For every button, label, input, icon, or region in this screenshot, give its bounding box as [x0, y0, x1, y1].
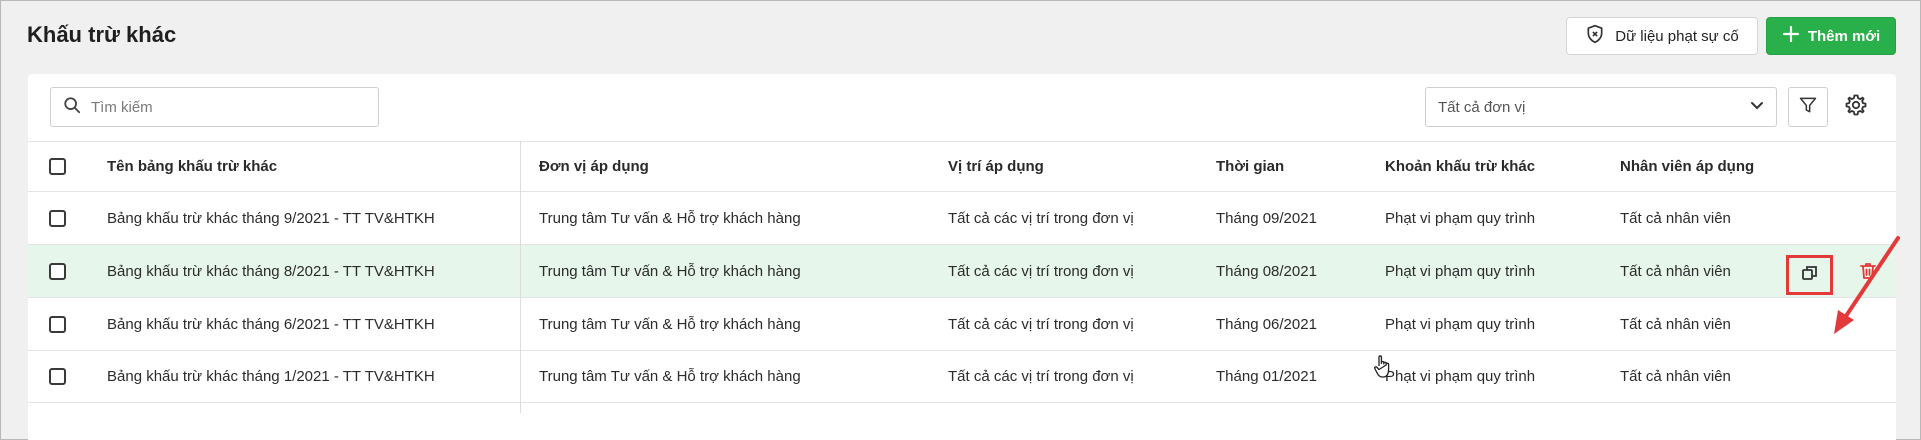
row-time: Tháng 06/2021 [1216, 315, 1317, 333]
column-header-employees: Nhân viên áp dụng [1620, 158, 1755, 175]
deduction-table: Tên bảng khấu trừ khác Đơn vị áp dụng Vị… [28, 141, 1896, 403]
row-unit: Trung tâm Tư vấn & Hỗ trợ khách hàng [539, 262, 801, 280]
row-deduction: Phạt vi phạm quy trình [1385, 315, 1536, 333]
row-time: Tháng 08/2021 [1216, 262, 1317, 280]
table-row[interactable]: Bảng khấu trừ khác tháng 9/2021 - TT TV&… [28, 191, 1896, 244]
row-unit: Trung tâm Tư vấn & Hỗ trợ khách hàng [539, 368, 801, 385]
shield-x-icon [1585, 24, 1605, 48]
row-position: Tất cả các vị trí trong đơn vị [948, 368, 1134, 385]
row-deduction: Phạt vi phạm quy trình [1385, 209, 1536, 227]
table-row[interactable]: Bảng khấu trừ khác tháng 8/2021 - TT TV&… [28, 244, 1896, 297]
column-header-unit: Đơn vị áp dụng [539, 158, 649, 175]
settings-button[interactable] [1842, 93, 1870, 121]
search-icon [63, 96, 81, 119]
row-time: Tháng 09/2021 [1216, 209, 1317, 227]
add-new-button[interactable]: Thêm mới [1766, 17, 1896, 55]
row-unit: Trung tâm Tư vấn & Hỗ trợ khách hàng [539, 315, 801, 333]
row-time: Tháng 01/2021 [1216, 368, 1317, 385]
plus-icon [1782, 25, 1800, 47]
row-name: Bảng khấu trừ khác tháng 1/2021 - TT TV&… [107, 368, 435, 385]
row-position: Tất cả các vị trí trong đơn vị [948, 262, 1134, 280]
red-arrow-annotation [1828, 234, 1908, 349]
chevron-down-icon [1750, 98, 1764, 116]
table-header: Tên bảng khấu trừ khác Đơn vị áp dụng Vị… [28, 141, 1896, 191]
row-deduction: Phạt vi phạm quy trình [1385, 262, 1536, 280]
penalty-data-button[interactable]: Dữ liệu phạt sự cố [1566, 17, 1758, 55]
page-title: Khấu trừ khác [27, 22, 177, 47]
unit-select[interactable]: Tất cả đơn vị [1425, 87, 1777, 127]
column-header-name: Tên bảng khấu trừ khác [107, 158, 278, 175]
table-row[interactable]: Bảng khấu trừ khác tháng 6/2021 - TT TV&… [28, 297, 1896, 350]
row-position: Tất cả các vị trí trong đơn vị [948, 315, 1134, 333]
filter-icon [1798, 95, 1818, 120]
hand-cursor-icon [1373, 354, 1393, 385]
table-row[interactable]: Bảng khấu trừ khác tháng 1/2021 - TT TV&… [28, 350, 1896, 403]
row-unit: Trung tâm Tư vấn & Hỗ trợ khách hàng [539, 209, 801, 227]
row-position: Tất cả các vị trí trong đơn vị [948, 209, 1134, 227]
column-divider [520, 141, 521, 413]
column-header-deduction: Khoản khấu trừ khác [1385, 158, 1536, 175]
row-employees: Tất cả nhân viên [1620, 262, 1731, 280]
row-deduction: Phạt vi phạm quy trình [1385, 368, 1536, 385]
add-new-label: Thêm mới [1807, 27, 1881, 45]
row-name: Bảng khấu trừ khác tháng 8/2021 - TT TV&… [107, 262, 435, 280]
row-employees: Tất cả nhân viên [1620, 315, 1731, 333]
content-panel: Tất cả đơn vị Tên bảng khấu trừ khác Đơn… [28, 74, 1900, 440]
row-checkbox[interactable] [49, 262, 66, 280]
gear-icon [1844, 93, 1868, 122]
penalty-data-label: Dữ liệu phạt sự cố [1615, 27, 1739, 45]
search-box[interactable] [50, 87, 379, 127]
search-input[interactable] [91, 98, 361, 116]
copy-button[interactable] [1786, 255, 1833, 295]
row-checkbox[interactable] [49, 209, 66, 227]
row-employees: Tất cả nhân viên [1620, 368, 1731, 385]
select-all-checkbox[interactable] [49, 158, 66, 175]
column-header-time: Thời gian [1216, 158, 1285, 175]
unit-select-value: Tất cả đơn vị [1438, 98, 1526, 116]
row-name: Bảng khấu trừ khác tháng 6/2021 - TT TV&… [107, 315, 435, 333]
row-name: Bảng khấu trừ khác tháng 9/2021 - TT TV&… [107, 209, 435, 227]
copy-icon [1800, 263, 1820, 287]
filter-button[interactable] [1788, 87, 1828, 127]
row-checkbox[interactable] [49, 368, 66, 385]
column-header-position: Vị trí áp dụng [948, 158, 1044, 175]
row-employees: Tất cả nhân viên [1620, 209, 1731, 227]
row-checkbox[interactable] [49, 315, 66, 333]
